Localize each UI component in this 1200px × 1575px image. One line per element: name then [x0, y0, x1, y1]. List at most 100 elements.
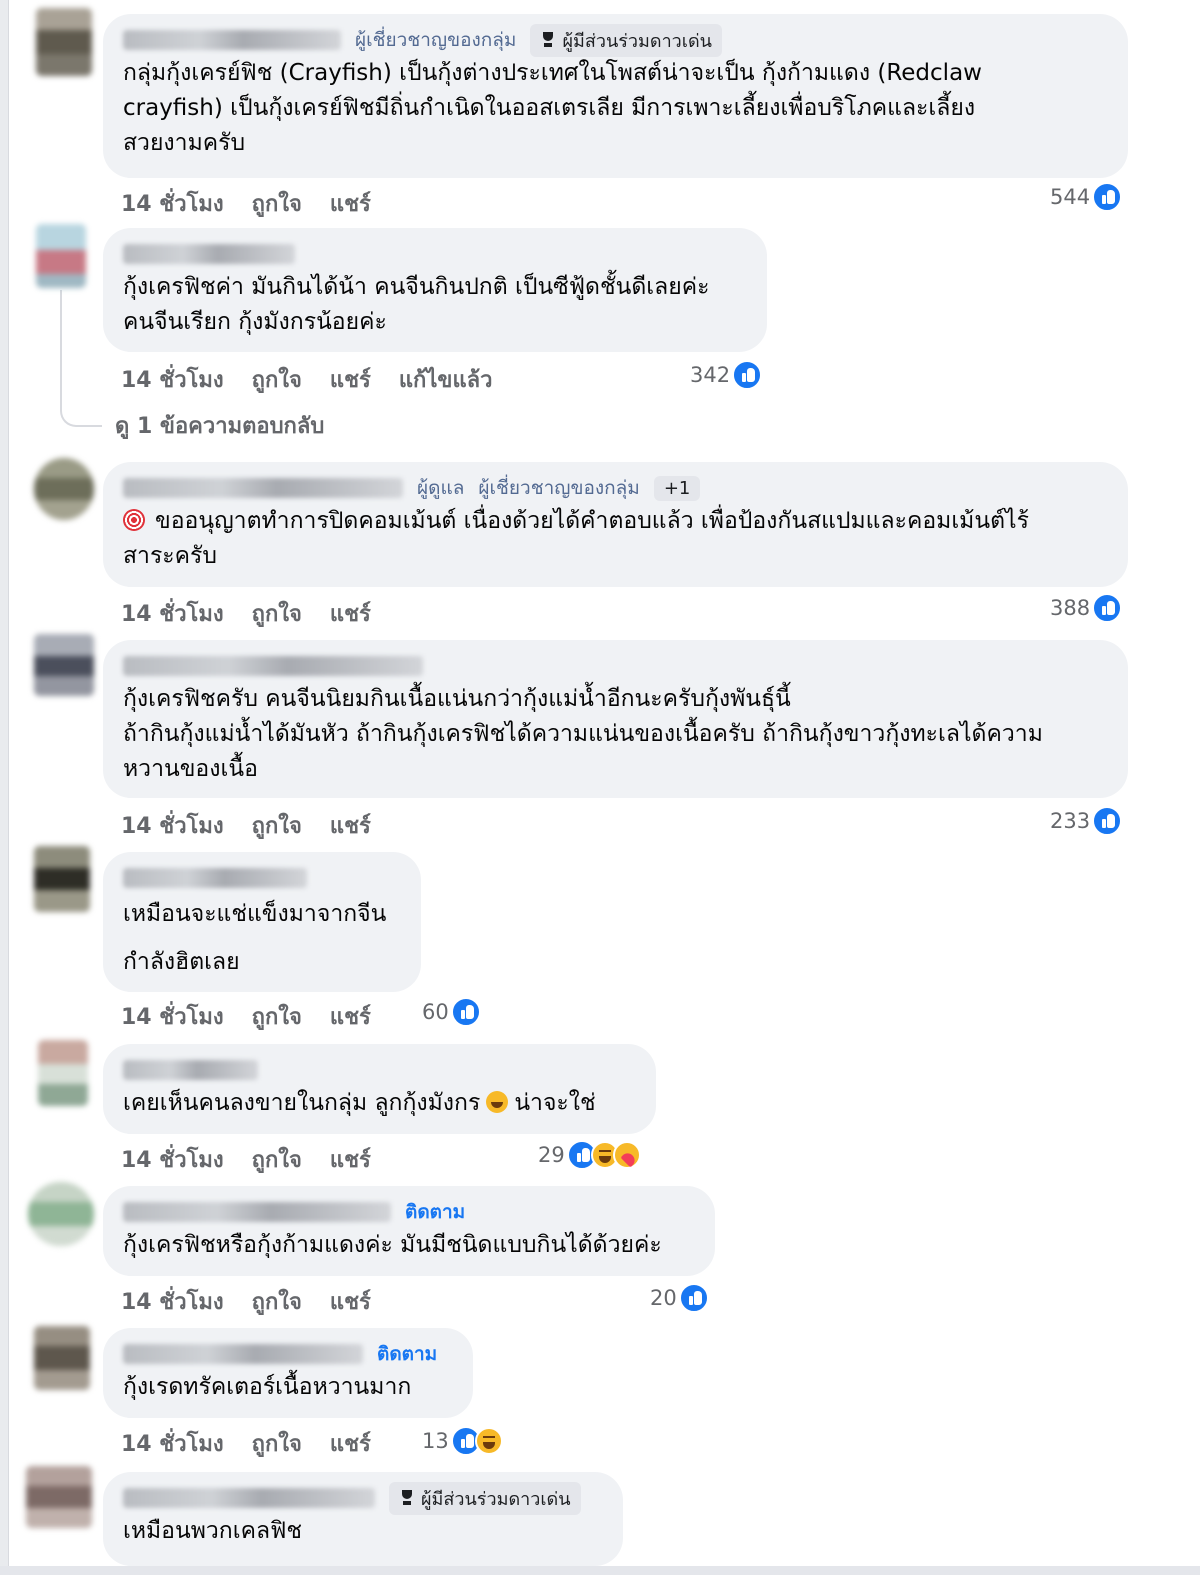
- share-button[interactable]: แชร์: [330, 1142, 371, 1177]
- reaction-summary[interactable]: 20: [650, 1283, 709, 1313]
- share-button[interactable]: แชร์: [330, 596, 371, 631]
- timestamp[interactable]: 14 ชั่วโมง: [121, 808, 224, 843]
- comment-text: กุ้งเรดทรัคเตอร์เนื้อหวานมาก: [123, 1374, 412, 1400]
- reaction-count: 388: [1050, 596, 1091, 620]
- comment-text: กุ้งเครฟิชครับ คนจีนนิยมกินเนื้อแน่นกว่า…: [123, 686, 1043, 782]
- comment-bubble: ติดตาม กุ้งเรดทรัคเตอร์เนื้อหวานมาก: [103, 1328, 473, 1418]
- care-reaction-icon: [612, 1141, 641, 1169]
- avatar[interactable]: [28, 1182, 94, 1246]
- avatar[interactable]: [38, 1040, 88, 1106]
- like-button[interactable]: ถูกใจ: [252, 362, 302, 397]
- author-row: [123, 862, 399, 894]
- follow-button[interactable]: ติดตาม: [405, 1197, 465, 1227]
- avatar[interactable]: [34, 846, 90, 912]
- like-button[interactable]: ถูกใจ: [252, 186, 302, 221]
- reaction-count: 13: [422, 1429, 449, 1453]
- comment-actions: 14 ชั่วโมง ถูกใจ แชร์: [121, 186, 371, 221]
- like-reaction-icon: [732, 360, 763, 390]
- comment-actions: 14 ชั่วโมง ถูกใจ แชร์: [121, 1142, 371, 1177]
- comment-text-after: น่าจะใช่: [514, 1090, 596, 1116]
- badge-label: ผู้มีส่วนร่วมดาวเด่น: [421, 1488, 571, 1510]
- author-name-redacted[interactable]: [123, 244, 295, 264]
- avatar[interactable]: [36, 224, 86, 288]
- trophy-icon: [540, 32, 556, 48]
- view-replies-link[interactable]: ดู 1 ข้อความตอบกลับ: [115, 408, 324, 443]
- reaction-count: 544: [1050, 185, 1091, 209]
- comment-bubble: เคยเห็นคนลงขายในกลุ่ม ลูกกุ้งมังกร น่าจะใ…: [103, 1044, 656, 1134]
- author-name-redacted[interactable]: [123, 1060, 258, 1080]
- bottom-divider: [0, 1566, 1200, 1575]
- reaction-summary[interactable]: 388: [1050, 593, 1123, 623]
- author-name-redacted[interactable]: [123, 1488, 375, 1508]
- comment-actions: 14 ชั่วโมง ถูกใจ แชร์: [121, 999, 371, 1034]
- comment-actions: 14 ชั่วโมง ถูกใจ แชร์: [121, 1284, 371, 1319]
- reaction-summary[interactable]: 13: [422, 1426, 503, 1456]
- follow-button[interactable]: ติดตาม: [377, 1339, 437, 1369]
- author-name-redacted[interactable]: [123, 1202, 391, 1222]
- timestamp[interactable]: 14 ชั่วโมง: [121, 362, 224, 397]
- avatar[interactable]: [34, 1326, 90, 1390]
- avatar[interactable]: [36, 8, 92, 76]
- timestamp[interactable]: 14 ชั่วโมง: [121, 1142, 224, 1177]
- reaction-summary[interactable]: 60: [422, 997, 481, 1027]
- comment-bubble: ผู้เชี่ยวชาญของกลุ่ม ผู้มีส่วนร่วมดาวเด่…: [103, 14, 1128, 178]
- comment-text: กุ้งเครฟิชหรือกุ้งก้ามแดงค่ะ มันมีชนิดแบ…: [123, 1232, 662, 1258]
- like-button[interactable]: ถูกใจ: [252, 1426, 302, 1461]
- rofl-emoji-icon: [486, 1091, 509, 1113]
- avatar[interactable]: [34, 458, 94, 520]
- like-reaction-icon: [1092, 593, 1123, 623]
- share-button[interactable]: แชร์: [330, 808, 371, 843]
- like-button[interactable]: ถูกใจ: [252, 1142, 302, 1177]
- avatar[interactable]: [34, 634, 94, 696]
- reaction-summary[interactable]: 544: [1050, 182, 1123, 212]
- author-row: ผู้มีส่วนร่วมดาวเด่น: [123, 1481, 601, 1515]
- share-button[interactable]: แชร์: [330, 1426, 371, 1461]
- page-edge: [0, 0, 9, 1575]
- comment-text: เหมือนพวกเคลฟิช: [123, 1518, 302, 1544]
- share-button[interactable]: แชร์: [330, 1284, 371, 1319]
- like-button[interactable]: ถูกใจ: [252, 1284, 302, 1319]
- like-button[interactable]: ถูกใจ: [252, 596, 302, 631]
- timestamp[interactable]: 14 ชั่วโมง: [121, 1284, 224, 1319]
- like-button[interactable]: ถูกใจ: [252, 808, 302, 843]
- timestamp[interactable]: 14 ชั่วโมง: [121, 596, 224, 631]
- like-button[interactable]: ถูกใจ: [252, 999, 302, 1034]
- reaction-summary[interactable]: 342: [690, 360, 763, 390]
- top-contributor-badge[interactable]: ผู้มีส่วนร่วมดาวเด่น: [389, 1481, 581, 1515]
- timestamp[interactable]: 14 ชั่วโมง: [121, 999, 224, 1034]
- comment-actions: 14 ชั่วโมง ถูกใจ แชร์ แก้ไขแล้ว: [121, 362, 492, 397]
- trophy-icon: [399, 1490, 415, 1506]
- reaction-count: 29: [538, 1143, 565, 1167]
- comment-actions: 14 ชั่วโมง ถูกใจ แชร์: [121, 808, 371, 843]
- author-name-redacted[interactable]: [123, 1344, 363, 1364]
- like-reaction-icon: [450, 997, 481, 1027]
- share-button[interactable]: แชร์: [330, 186, 371, 221]
- reaction-summary[interactable]: 233: [1050, 806, 1123, 836]
- reaction-count: 342: [690, 363, 731, 387]
- author-row: [123, 650, 1106, 682]
- more-badges[interactable]: +1: [653, 475, 701, 501]
- admin-badge[interactable]: ผู้ดูแล: [417, 473, 464, 503]
- author-name-redacted[interactable]: [123, 868, 307, 888]
- reaction-count: 20: [650, 1286, 677, 1310]
- author-name-redacted[interactable]: [123, 656, 423, 676]
- author-row: ผู้ดูแล ผู้เชี่ยวชาญของกลุ่ม +1: [123, 472, 1106, 504]
- comment-text: กลุ่มกุ้งเครย์ฟิช (Crayfish) เป็นกุ้งต่า…: [123, 60, 982, 156]
- group-expert-badge[interactable]: ผู้เชี่ยวชาญของกลุ่ม: [355, 25, 516, 55]
- reaction-count: 60: [422, 1000, 449, 1024]
- reaction-summary[interactable]: 29: [538, 1140, 641, 1170]
- author-name-redacted[interactable]: [123, 478, 403, 498]
- edited-label: แก้ไขแล้ว: [398, 368, 493, 393]
- author-name-redacted[interactable]: [123, 30, 341, 50]
- like-reaction-icon: [1092, 806, 1123, 836]
- avatar[interactable]: [26, 1466, 92, 1528]
- group-expert-badge[interactable]: ผู้เชี่ยวชาญของกลุ่ม: [478, 473, 639, 503]
- share-button[interactable]: แชร์: [330, 999, 371, 1034]
- timestamp[interactable]: 14 ชั่วโมง: [121, 186, 224, 221]
- comment-bubble: เหมือนจะแช่แข็งมาจากจีน กำลังฮิตเลย: [103, 852, 421, 992]
- top-contributor-badge[interactable]: ผู้มีส่วนร่วมดาวเด่น: [530, 23, 722, 57]
- share-button[interactable]: แชร์: [330, 362, 371, 397]
- timestamp[interactable]: 14 ชั่วโมง: [121, 1426, 224, 1461]
- comment-bubble: ผู้มีส่วนร่วมดาวเด่น เหมือนพวกเคลฟิช: [103, 1472, 623, 1566]
- badge-label: ผู้มีส่วนร่วมดาวเด่น: [562, 30, 712, 52]
